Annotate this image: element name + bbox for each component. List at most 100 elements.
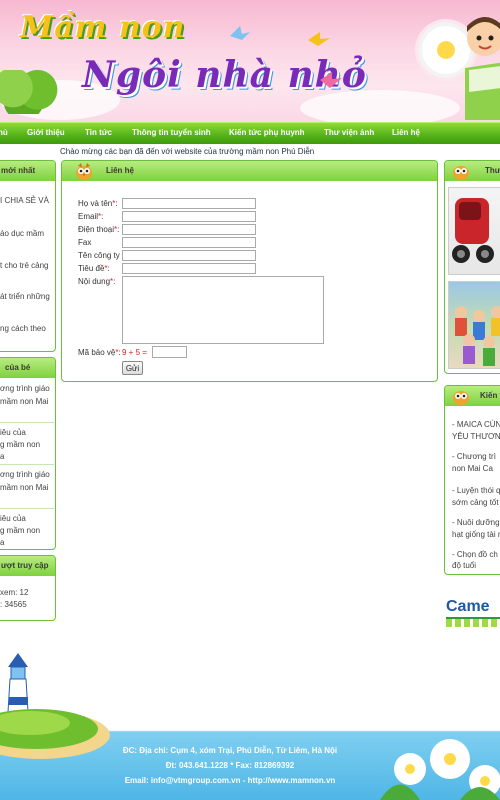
- kids-link-line[interactable]: iêu của: [0, 428, 26, 437]
- email-input[interactable]: [122, 211, 256, 222]
- nav-item-news[interactable]: Tin tức: [85, 128, 112, 137]
- news-link[interactable]: ng cách theo: [0, 324, 46, 333]
- visitor-stats-title: ượt truy cập: [0, 556, 55, 576]
- parent-knowledge-title: Kiến t: [480, 391, 500, 400]
- message-textarea[interactable]: [122, 276, 324, 344]
- label-text: Mã bảo vệ: [78, 348, 116, 357]
- knowledge-link-line[interactable]: sớm cảng tốt: [452, 498, 499, 507]
- label-colon: :: [101, 212, 104, 221]
- gallery-photo[interactable]: [448, 281, 500, 369]
- kids-activities-title-text: của bé: [5, 363, 31, 372]
- phone-label: Điện thoại*:: [78, 225, 119, 234]
- children-group-image: [455, 306, 500, 366]
- news-link[interactable]: I CHIA SẺ VÀ: [0, 196, 49, 205]
- footer-address: ĐC: Địa chỉ: Cụm 4, xóm Trại, Phú Diễn, …: [122, 746, 338, 755]
- owl-icon: [453, 391, 469, 405]
- knowledge-link-line[interactable]: - Chọn đồ ch: [452, 550, 498, 559]
- nav-item-home[interactable]: hủ: [0, 128, 8, 137]
- advertisement-banner[interactable]: Came: [446, 598, 490, 616]
- kids-link-line[interactable]: a: [0, 452, 4, 461]
- parent-knowledge-header: Kiến t: [445, 386, 500, 406]
- footer-phone: Đt: 043.641.1228 * Fax: 812869392: [165, 761, 295, 770]
- label-text: Nội dung: [78, 277, 111, 286]
- toy-car-image: [452, 198, 494, 263]
- photo-gallery-header: Thư: [445, 161, 500, 181]
- subject-label: Tiêu đề*:: [78, 264, 110, 273]
- knowledge-link-line[interactable]: độ tuổi: [452, 561, 476, 570]
- advertisement-strip: [446, 617, 500, 627]
- label-text: Tên công ty: [78, 251, 120, 260]
- label-text: Họ và tên: [78, 199, 113, 208]
- phone-input[interactable]: [122, 224, 256, 235]
- main-navigation: hủ Giới thiệu Tin tức Thông tin tuyển si…: [0, 122, 500, 144]
- kids-link-line[interactable]: a: [0, 538, 4, 547]
- kids-link-line[interactable]: ơng trình giáo: [0, 384, 50, 393]
- footer-email[interactable]: Email: info@vtmgroup.com.vn - http://www…: [0, 776, 460, 785]
- label-colon: :: [118, 348, 121, 357]
- fax-input[interactable]: [122, 237, 256, 248]
- child-illustration: [465, 17, 500, 120]
- latest-news-title-text: mới nhất: [1, 166, 36, 175]
- company-label: Tên công ty: [78, 251, 120, 260]
- nav-item-admissions[interactable]: Thông tin tuyển sinh: [132, 128, 211, 137]
- label-colon: :: [113, 277, 116, 286]
- kids-link-line[interactable]: mầm non Mai: [0, 483, 48, 492]
- visitor-count-line: xem: 12: [0, 588, 29, 597]
- kids-link-line[interactable]: mầm non Mai: [0, 397, 48, 406]
- visitor-stats-title-text: ượt truy cập: [1, 561, 49, 570]
- latest-news-title: mới nhất: [0, 161, 55, 181]
- full-name-input[interactable]: [122, 198, 256, 209]
- kids-link-line[interactable]: g mầm non: [0, 526, 40, 535]
- bird-icon: [320, 72, 342, 88]
- knowledge-link-line[interactable]: YÊU THƯƠN: [452, 432, 500, 441]
- kids-link-line[interactable]: ơng trình giáo: [0, 470, 50, 479]
- knowledge-link-line[interactable]: - Luyện thói q: [452, 486, 500, 495]
- tree-decoration: [0, 70, 62, 114]
- label-text: Điện thoại: [78, 225, 115, 234]
- submit-button[interactable]: Gửi: [122, 361, 143, 375]
- news-link[interactable]: áo dục mầm: [0, 229, 44, 238]
- subject-input[interactable]: [122, 263, 256, 274]
- knowledge-link-line[interactable]: - Nuôi dưỡng: [452, 518, 500, 527]
- label-colon: :: [107, 264, 110, 273]
- label-text: Fax: [78, 238, 92, 247]
- contact-box-title: Liên hệ: [106, 166, 135, 175]
- site-footer: ĐC: Địa chỉ: Cụm 4, xóm Trại, Phú Diễn, …: [0, 645, 500, 800]
- captcha-label: Mã bảo vệ*:: [78, 348, 121, 357]
- visitor-count-line: : 34565: [0, 600, 27, 609]
- nav-item-gallery[interactable]: Thư viện ảnh: [324, 128, 374, 137]
- label-colon: :: [115, 199, 118, 208]
- gallery-photo[interactable]: [448, 187, 500, 275]
- photo-gallery-title: Thư: [485, 166, 500, 175]
- label-text: Email: [78, 212, 99, 221]
- kids-link-line[interactable]: iêu của: [0, 514, 26, 523]
- content-label: Nội dung*:: [78, 277, 115, 286]
- news-link[interactable]: t cho trẻ cảng: [0, 261, 48, 270]
- nav-item-contact[interactable]: Liên hệ: [392, 128, 420, 137]
- news-link[interactable]: át triển những: [0, 292, 50, 301]
- knowledge-link-line[interactable]: hạt giống tài n: [452, 530, 500, 539]
- site-header: Mầm non Ngôi nhà nhỏ: [0, 0, 500, 122]
- logo-title-line1[interactable]: Mầm non: [20, 10, 185, 45]
- knowledge-link-line[interactable]: - MAICA CÙN: [452, 420, 500, 429]
- bird-icon: [308, 32, 330, 46]
- fax-label: Fax: [78, 238, 91, 247]
- parent-knowledge-box: Kiến t: [444, 385, 500, 575]
- label-colon: :: [117, 225, 120, 234]
- owl-icon: [453, 166, 469, 180]
- captcha-question: 9 + 5 =: [122, 348, 147, 357]
- kids-activities-title: của bé: [0, 358, 55, 378]
- nav-item-parent-knowledge[interactable]: Kiến tức phụ huynh: [229, 128, 305, 137]
- divider: [0, 464, 54, 465]
- divider: [0, 422, 54, 423]
- divider: [0, 508, 54, 509]
- nav-item-about[interactable]: Giới thiệu: [27, 128, 65, 137]
- company-input[interactable]: [122, 250, 256, 261]
- knowledge-link-line[interactable]: - Chương trì: [452, 452, 496, 461]
- owl-icon: [76, 163, 92, 180]
- knowledge-link-line[interactable]: non Mai Ca: [452, 464, 493, 473]
- kids-link-line[interactable]: g mầm non: [0, 440, 40, 449]
- captcha-input[interactable]: [152, 346, 187, 358]
- bird-icon: [230, 26, 250, 40]
- email-label: Email*:: [78, 212, 103, 221]
